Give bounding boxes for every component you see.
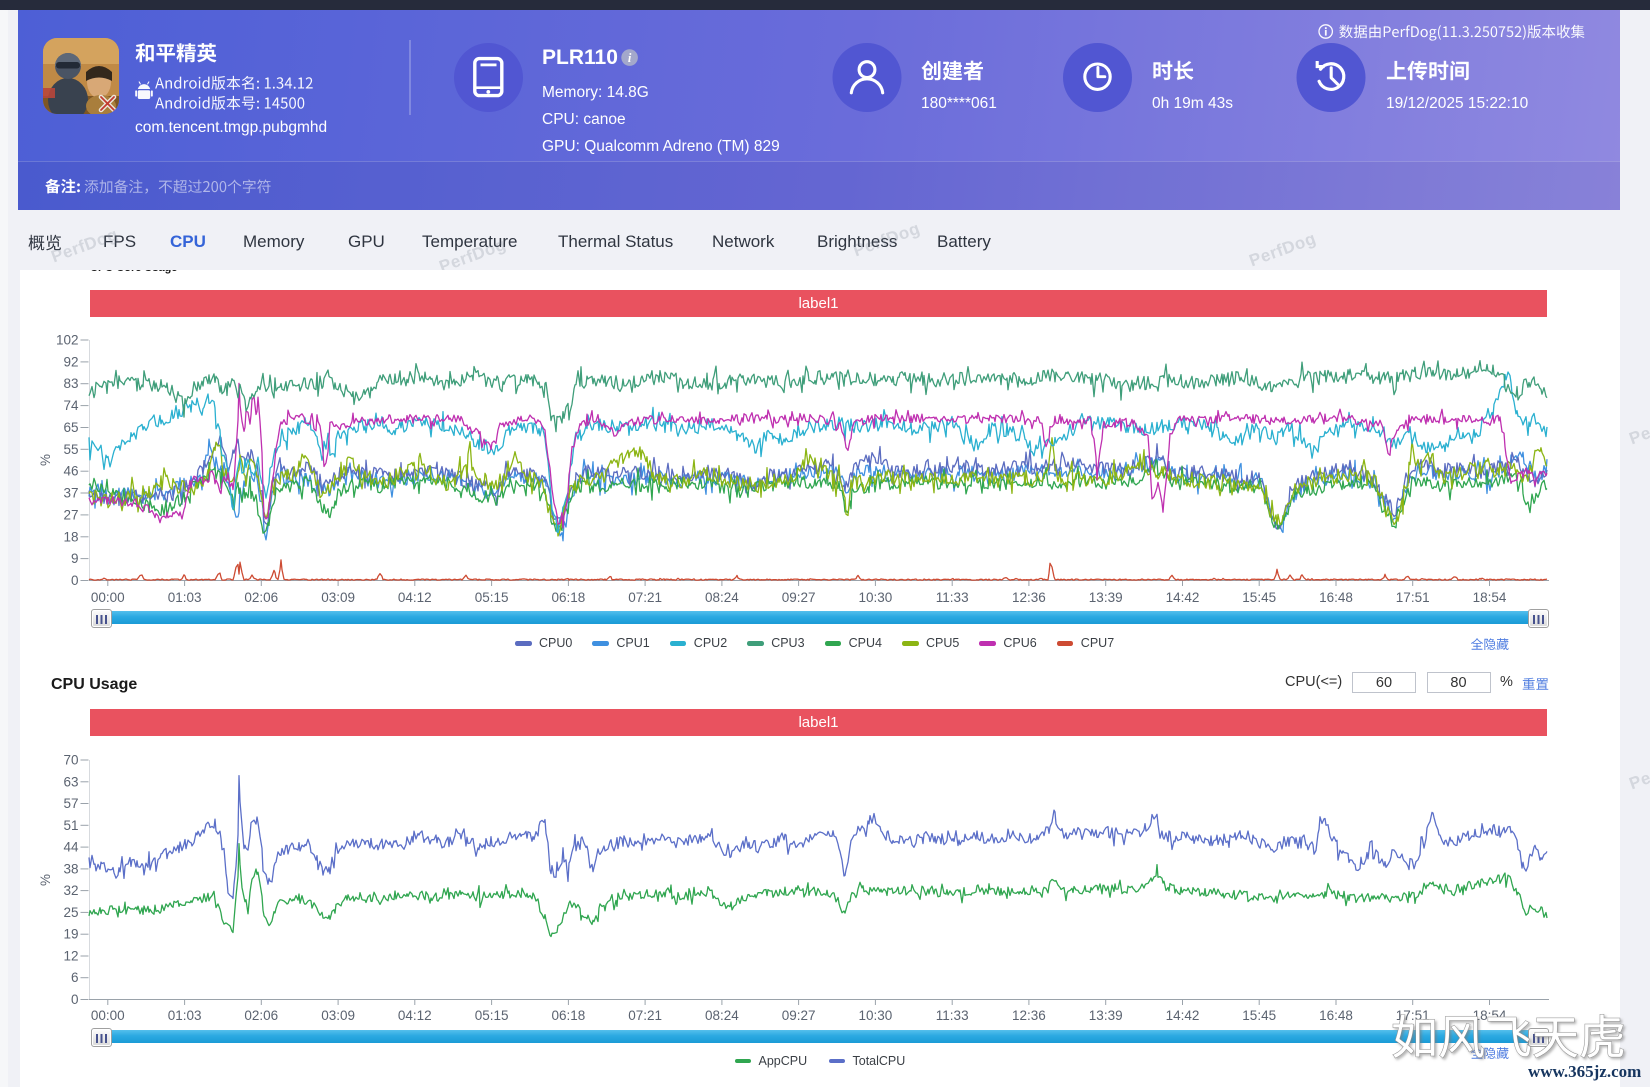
svg-text:06:18: 06:18 [552, 1008, 586, 1023]
svg-text:74: 74 [63, 398, 79, 413]
svg-text:%: % [38, 454, 53, 466]
svg-text:15:45: 15:45 [1242, 1008, 1276, 1023]
svg-text:55: 55 [63, 442, 78, 457]
svg-text:09:27: 09:27 [782, 590, 816, 605]
svg-text:12:36: 12:36 [1012, 1008, 1046, 1023]
svg-text:17:51: 17:51 [1396, 590, 1430, 605]
svg-text:0: 0 [71, 573, 79, 588]
svg-text:04:12: 04:12 [398, 590, 432, 605]
svg-text:05:15: 05:15 [475, 1008, 509, 1023]
svg-text:12:36: 12:36 [1012, 590, 1046, 605]
svg-text:02:06: 02:06 [244, 590, 278, 605]
svg-text:11:33: 11:33 [936, 590, 969, 605]
svg-text:102: 102 [56, 333, 79, 348]
svg-text:9: 9 [71, 551, 79, 566]
svg-text:6: 6 [71, 970, 79, 985]
svg-text:05:15: 05:15 [475, 590, 509, 605]
svg-text:38: 38 [63, 861, 78, 876]
svg-text:46: 46 [63, 464, 78, 479]
svg-text:08:24: 08:24 [705, 590, 739, 605]
svg-text:10:30: 10:30 [859, 590, 893, 605]
svg-text:44: 44 [63, 840, 79, 855]
svg-text:18: 18 [63, 529, 78, 544]
svg-text:02:06: 02:06 [244, 1008, 278, 1023]
svg-text:16:48: 16:48 [1319, 590, 1353, 605]
svg-text:11:33: 11:33 [936, 1008, 969, 1023]
svg-text:14:42: 14:42 [1166, 1008, 1200, 1023]
svg-text:12: 12 [63, 949, 78, 964]
svg-text:01:03: 01:03 [168, 1008, 202, 1023]
svg-text:37: 37 [63, 486, 78, 501]
svg-text:14:42: 14:42 [1166, 590, 1200, 605]
svg-text:07:21: 07:21 [628, 590, 662, 605]
svg-text:03:09: 03:09 [321, 1008, 355, 1023]
svg-text:00:00: 00:00 [91, 590, 125, 605]
svg-text:18:54: 18:54 [1473, 590, 1507, 605]
svg-text:08:24: 08:24 [705, 1008, 739, 1023]
svg-text:92: 92 [63, 354, 78, 369]
svg-text:15:45: 15:45 [1242, 590, 1276, 605]
svg-text:51: 51 [63, 818, 78, 833]
svg-text:83: 83 [63, 376, 78, 391]
svg-text:57: 57 [63, 796, 78, 811]
svg-text:%: % [38, 874, 53, 886]
svg-text:0: 0 [71, 992, 79, 1007]
svg-text:32: 32 [63, 883, 78, 898]
svg-text:19: 19 [63, 927, 78, 942]
svg-text:09:27: 09:27 [782, 1008, 816, 1023]
svg-text:10:30: 10:30 [859, 1008, 893, 1023]
svg-text:i: i [628, 51, 632, 65]
svg-text:70: 70 [63, 753, 78, 768]
svg-text:25: 25 [63, 905, 78, 920]
svg-text:63: 63 [63, 774, 78, 789]
svg-text:16:48: 16:48 [1319, 1008, 1353, 1023]
svg-text:04:12: 04:12 [398, 1008, 432, 1023]
svg-text:13:39: 13:39 [1089, 1008, 1123, 1023]
svg-text:06:18: 06:18 [552, 590, 586, 605]
svg-text:27: 27 [63, 507, 78, 522]
svg-text:00:00: 00:00 [91, 1008, 125, 1023]
svg-text:01:03: 01:03 [168, 590, 202, 605]
svg-text:13:39: 13:39 [1089, 590, 1123, 605]
svg-text:07:21: 07:21 [628, 1008, 662, 1023]
svg-text:03:09: 03:09 [321, 590, 355, 605]
svg-text:65: 65 [63, 420, 78, 435]
